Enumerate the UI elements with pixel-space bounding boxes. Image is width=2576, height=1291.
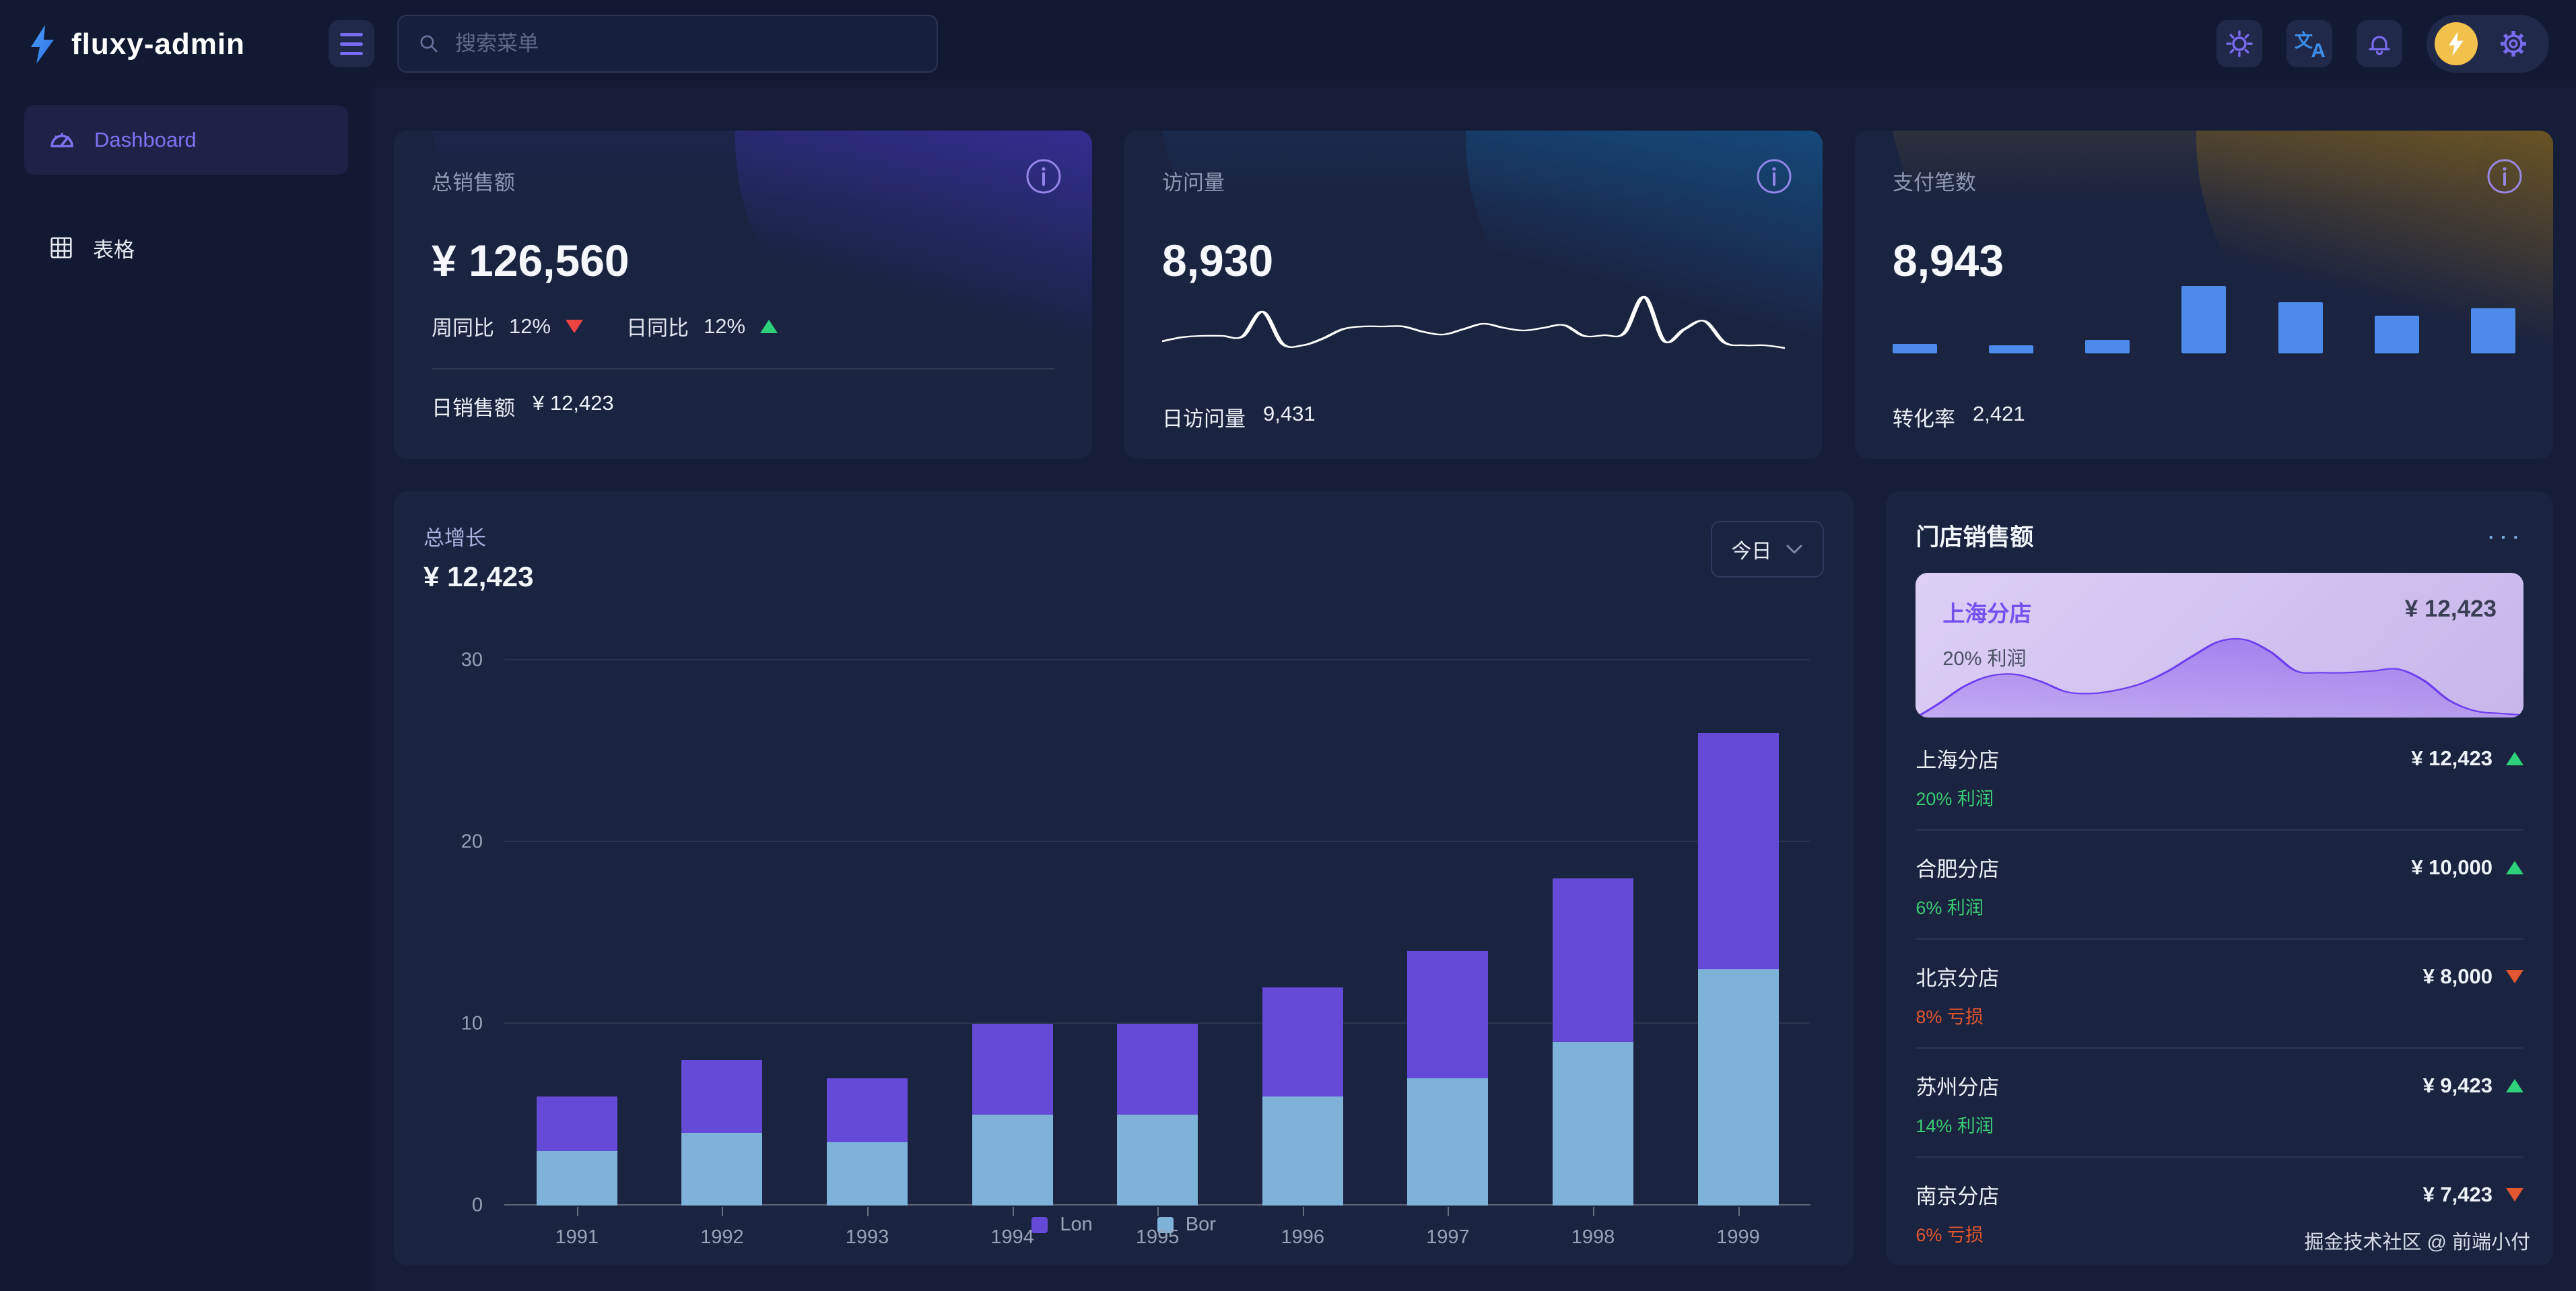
bottom-row: 总增长 ¥ 12,423 今日 010203019911992199319941… bbox=[394, 491, 2553, 1265]
dashboard-gauge-icon bbox=[47, 125, 77, 155]
sun-icon bbox=[2225, 29, 2254, 59]
avatar[interactable] bbox=[2435, 22, 2478, 65]
store-note: 8% 亏损 bbox=[1916, 1002, 2523, 1028]
growth-value: ¥ 12,423 bbox=[423, 561, 534, 593]
stat-footer: 转化率 2,421 bbox=[1893, 402, 2515, 432]
trend-icon bbox=[2506, 861, 2523, 874]
mini-bar bbox=[2278, 302, 2323, 353]
chevron-down-icon bbox=[1785, 543, 1804, 556]
collapse-menu-button[interactable] bbox=[329, 20, 374, 67]
featured-store-profit: 20% 利润 bbox=[1916, 628, 2523, 671]
theme-toggle-button[interactable] bbox=[2216, 20, 2262, 67]
bolt-avatar-icon bbox=[2446, 31, 2466, 57]
featured-store-value: ¥ 12,423 bbox=[2405, 596, 2497, 628]
trend-up-icon bbox=[760, 320, 778, 333]
payments-minibars bbox=[1893, 286, 2515, 353]
trend-icon bbox=[2506, 1079, 2523, 1092]
hamburger-icon bbox=[340, 33, 363, 55]
store-name: 苏州分店 bbox=[1916, 1070, 1999, 1101]
visits-card: 访问量 8,930 日访问量 9,431 bbox=[1124, 131, 1823, 459]
trend-icon bbox=[2506, 970, 2523, 983]
mini-bar bbox=[1989, 345, 2033, 353]
topbar-actions: 文A bbox=[2216, 15, 2549, 73]
store-note: 6% 利润 bbox=[1916, 893, 2523, 919]
more-menu-icon[interactable]: ··· bbox=[2486, 529, 2523, 543]
stat-footer: 日访问量 9,431 bbox=[1162, 402, 1785, 432]
store-value: ¥ 12,423 bbox=[2411, 746, 2493, 771]
search-input[interactable] bbox=[455, 32, 919, 56]
stores-title: 门店销售额 bbox=[1916, 518, 2033, 553]
store-name: 南京分店 bbox=[1916, 1179, 1999, 1210]
store-name: 合肥分店 bbox=[1916, 852, 1999, 882]
store-value: ¥ 9,423 bbox=[2423, 1074, 2493, 1098]
sales-trends: 周同比 12% 日同比 12% bbox=[432, 311, 778, 341]
stats-row: 总销售额 ¥ 126,560 周同比 12% 日同比 12% bbox=[394, 131, 2553, 459]
store-note: 20% 利润 bbox=[1916, 784, 2523, 810]
trend-icon bbox=[2506, 1188, 2523, 1201]
language-switch-button[interactable]: 文A bbox=[2286, 20, 2332, 67]
growth-plot-wrap: 0102030199119921993199419951996199719981… bbox=[423, 660, 1824, 1214]
featured-store-name: 上海分店 bbox=[1942, 596, 2031, 628]
sidebar: fluxy-admin Dashboard 表格 bbox=[0, 0, 372, 1291]
store-row: 上海分店 ¥ 12,423 20% 利润 bbox=[1916, 722, 2523, 829]
day-trend: 日同比 12% bbox=[626, 311, 778, 341]
total-sales-card: 总销售额 ¥ 126,560 周同比 12% 日同比 12% bbox=[394, 131, 1092, 459]
sidebar-nav: Dashboard 表格 bbox=[0, 105, 372, 283]
sidebar-item-dashboard[interactable]: Dashboard bbox=[24, 105, 348, 175]
translate-icon: 文A bbox=[2295, 29, 2324, 59]
growth-title: 总增长 bbox=[423, 521, 534, 551]
stat-title: 总销售额 bbox=[432, 166, 1054, 196]
gear-icon[interactable] bbox=[2498, 28, 2529, 59]
store-list: 上海分店 ¥ 12,423 20% 利润 合肥分店 ¥ 10,000 6% 利润 bbox=[1886, 718, 2553, 1265]
mini-bar bbox=[1893, 344, 1937, 353]
search-box[interactable] bbox=[397, 15, 938, 73]
mini-bar bbox=[2471, 308, 2515, 353]
stat-value: ¥ 126,560 bbox=[432, 235, 1054, 286]
divider bbox=[432, 368, 1054, 370]
store-note: 14% 利润 bbox=[1916, 1111, 2523, 1138]
store-row: 合肥分店 ¥ 10,000 6% 利润 bbox=[1916, 831, 2523, 938]
search-icon bbox=[416, 31, 442, 57]
mini-bar bbox=[2375, 316, 2419, 353]
user-menu[interactable] bbox=[2427, 15, 2549, 73]
store-value: ¥ 10,000 bbox=[2411, 856, 2493, 880]
store-value: ¥ 8,000 bbox=[2423, 965, 2493, 989]
visits-line-path bbox=[1162, 297, 1785, 348]
date-range-dropdown[interactable]: 今日 bbox=[1711, 521, 1824, 578]
main-content: 总销售额 ¥ 126,560 周同比 12% 日同比 12% bbox=[372, 88, 2576, 1291]
mini-bar bbox=[2085, 340, 2130, 353]
table-grid-icon bbox=[47, 234, 75, 262]
stat-footer: 日销售额 ¥ 12,423 bbox=[432, 391, 1054, 421]
mini-bar bbox=[2181, 286, 2226, 353]
notifications-button[interactable] bbox=[2357, 20, 2402, 67]
store-row: 北京分店 ¥ 8,000 8% 亏损 bbox=[1916, 940, 2523, 1047]
legend-item[interactable]: Lon bbox=[1031, 1214, 1092, 1236]
payments-card: 支付笔数 8,943 转化率 2,421 bbox=[1855, 131, 2553, 459]
store-name: 上海分店 bbox=[1916, 743, 1999, 773]
trend-down-icon bbox=[566, 320, 583, 333]
sidebar-item-table[interactable]: 表格 bbox=[24, 213, 348, 283]
sidebar-item-label: Dashboard bbox=[94, 128, 197, 152]
stat-value: 8,930 bbox=[1162, 235, 1785, 286]
trend-icon bbox=[2506, 752, 2523, 765]
stores-card: 门店销售额 ··· 上海分店 ¥ 12,423 20% 利润 bbox=[1886, 491, 2553, 1265]
featured-store-card[interactable]: 上海分店 ¥ 12,423 20% 利润 bbox=[1916, 573, 2523, 718]
credit-text: 掘金技术社区 @ 前端小付 bbox=[2304, 1226, 2530, 1255]
topbar: 文A bbox=[0, 0, 2576, 88]
store-row: 苏州分店 ¥ 9,423 14% 利润 bbox=[1916, 1049, 2523, 1156]
week-trend: 周同比 12% bbox=[432, 311, 583, 341]
growth-chart-card: 总增长 ¥ 12,423 今日 010203019911992199319941… bbox=[394, 491, 1854, 1265]
sidebar-item-label: 表格 bbox=[93, 233, 135, 263]
stat-title: 访问量 bbox=[1162, 166, 1785, 196]
growth-plot: 0102030199119921993199419951996199719981… bbox=[504, 660, 1810, 1206]
visits-sparkline bbox=[1162, 286, 1785, 353]
store-name: 北京分店 bbox=[1916, 961, 1999, 991]
stat-value: 8,943 bbox=[1893, 235, 2515, 286]
store-value: ¥ 7,423 bbox=[2423, 1183, 2493, 1207]
stat-title: 支付笔数 bbox=[1893, 166, 2515, 196]
bell-icon bbox=[2365, 29, 2394, 59]
